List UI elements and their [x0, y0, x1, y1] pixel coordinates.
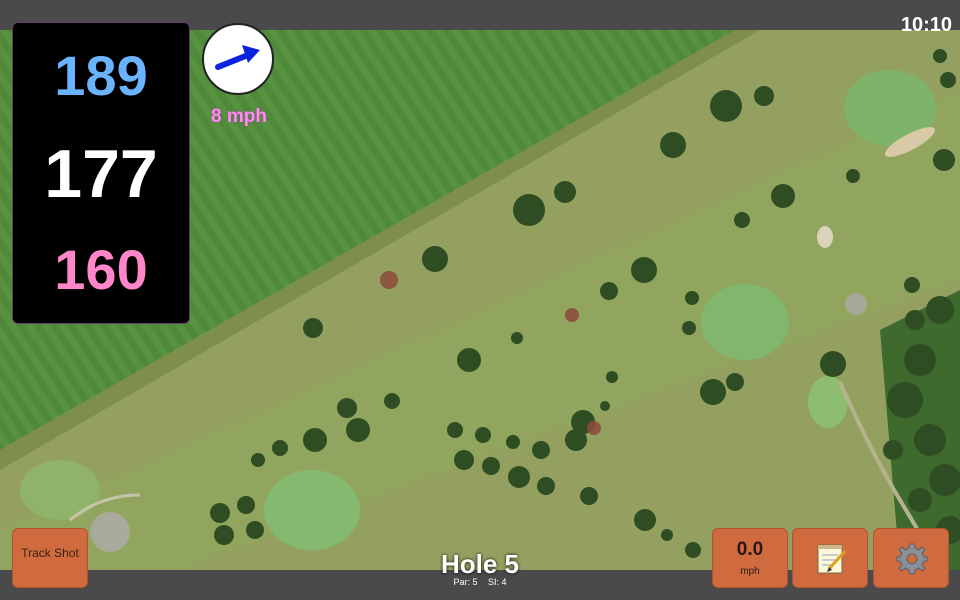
- gear-icon: [896, 543, 928, 575]
- clock-time: 10:10: [900, 14, 952, 36]
- hole-title: Hole 5: [440, 549, 520, 579]
- track-shot-button[interactable]: Track Shot: [12, 528, 88, 588]
- speed-unit: mph: [740, 566, 760, 577]
- hole-par: Par: 5: [453, 577, 478, 587]
- wind-arrow-icon: [215, 45, 260, 70]
- wind-direction-indicator[interactable]: [202, 23, 274, 95]
- back-of-green-distance: 189: [54, 44, 148, 107]
- speed-display-button[interactable]: 0.0 mph: [712, 528, 788, 588]
- hole-stroke-index: SI: 4: [488, 577, 507, 587]
- track-shot-label: Track Shot: [21, 546, 79, 560]
- speed-value: 0.0: [736, 539, 764, 560]
- notes-button[interactable]: [792, 528, 868, 588]
- hole-meta: Par: 5 SI: 4: [380, 577, 580, 587]
- notepad-icon: [817, 544, 847, 574]
- distance-panel: 189 177 160: [12, 22, 190, 324]
- wind-speed-label: 8 mph: [211, 106, 267, 127]
- front-of-green-distance: 160: [54, 238, 148, 301]
- settings-button[interactable]: [873, 528, 949, 588]
- middle-of-green-distance: 177: [44, 136, 158, 212]
